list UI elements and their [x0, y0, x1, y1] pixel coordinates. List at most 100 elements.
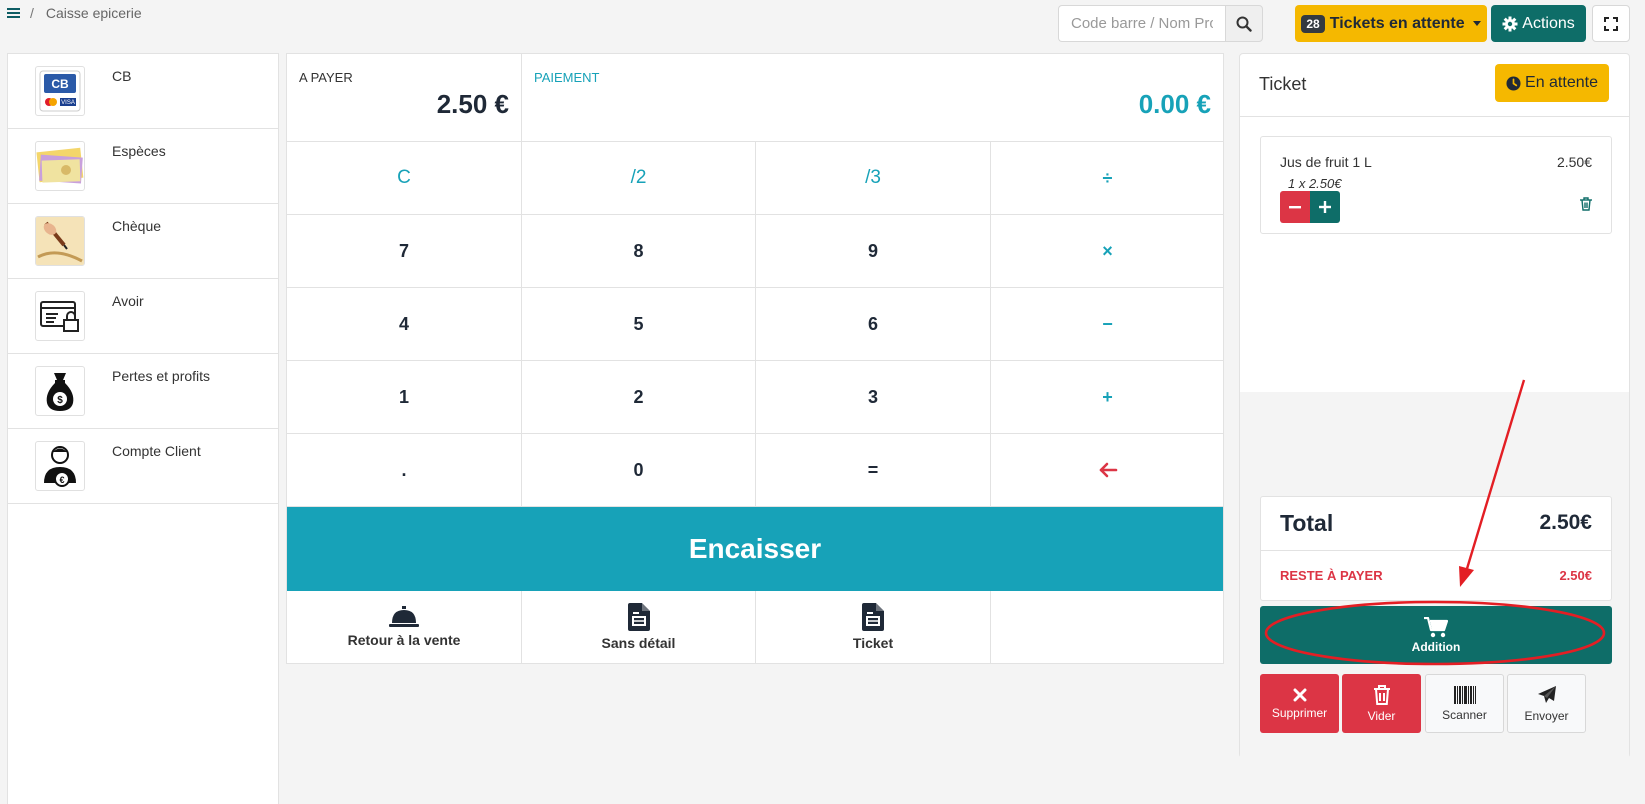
shopping-cart-icon	[1424, 616, 1448, 637]
line-quantity-detail: 1 x 2.50€	[1288, 176, 1342, 191]
payment-method-cheque[interactable]: Chèque	[8, 204, 278, 279]
close-icon	[1293, 688, 1306, 701]
scanner-button[interactable]: Scanner	[1425, 674, 1504, 733]
key-2[interactable]: 2	[522, 361, 756, 434]
svg-text:€: €	[59, 475, 64, 485]
key-equals[interactable]: =	[756, 434, 991, 507]
line-product-name: Jus de fruit 1 L	[1280, 154, 1372, 170]
empty-ticket-button[interactable]: Vider	[1342, 674, 1421, 733]
minus-icon	[1289, 206, 1301, 209]
no-detail-button[interactable]: Sans détail	[522, 591, 756, 663]
key-8[interactable]: 8	[522, 215, 756, 288]
paper-plane-icon	[1537, 685, 1556, 703]
key-9[interactable]: 9	[756, 215, 991, 288]
fullscreen-button[interactable]	[1592, 5, 1630, 42]
keypad: C /2 /3 ÷ 7 8 9 × 4 5 6 − 1 2 3 + . 0 =	[287, 142, 1224, 507]
search-icon	[1236, 16, 1252, 32]
amount-to-pay-value: 2.50 €	[436, 89, 509, 119]
delete-ticket-button[interactable]: Supprimer	[1260, 674, 1339, 733]
key-6[interactable]: 6	[756, 288, 991, 361]
back-to-sale-button[interactable]: Retour à la vente	[287, 591, 522, 663]
payment-method-cb[interactable]: CB VISA CB	[8, 54, 278, 129]
pending-tickets-button[interactable]: 28 Tickets en attente	[1295, 5, 1487, 42]
remove-line-button[interactable]	[1580, 197, 1592, 216]
scanner-label: Scanner	[1442, 707, 1487, 722]
search-input[interactable]	[1058, 5, 1225, 42]
pending-tickets-label: Tickets en attente	[1329, 14, 1465, 32]
chevron-down-icon	[1472, 21, 1481, 26]
search-bar	[1058, 5, 1263, 42]
decrease-quantity-button[interactable]	[1280, 191, 1310, 223]
payment-method-label: Espèces	[112, 143, 166, 159]
plus-icon	[1319, 201, 1331, 213]
key-7[interactable]: 7	[287, 215, 522, 288]
payment-method-label: CB	[112, 68, 132, 84]
key-minus[interactable]: −	[991, 288, 1224, 361]
payment-method-compte-client[interactable]: € Compte Client	[8, 429, 278, 504]
ticket-lines: Jus de fruit 1 L 2.50€ 1 x 2.50€	[1240, 117, 1629, 392]
payment-method-label: Pertes et profits	[112, 368, 211, 384]
key-divide[interactable]: ÷	[991, 142, 1224, 215]
put-on-hold-button[interactable]: En attente	[1495, 64, 1609, 102]
encaisser-button[interactable]: Encaisser	[287, 507, 1223, 591]
payment-method-pertes-profits[interactable]: $ Pertes et profits	[8, 354, 278, 429]
payment-method-especes[interactable]: Espèces	[8, 129, 278, 204]
actions-button[interactable]: Actions	[1491, 5, 1586, 42]
trash-icon	[1580, 197, 1592, 211]
voucher-lock-icon	[35, 291, 85, 341]
increase-quantity-button[interactable]	[1310, 191, 1340, 223]
credit-card-cb-icon: CB VISA	[35, 66, 85, 116]
search-button[interactable]	[1225, 5, 1263, 42]
remaining-value: 2.50€	[1559, 568, 1592, 583]
key-0[interactable]: 0	[522, 434, 756, 507]
key-divide-by-2[interactable]: /2	[522, 142, 756, 215]
print-ticket-button[interactable]: Ticket	[756, 591, 991, 663]
key-plus[interactable]: +	[991, 361, 1224, 434]
key-divide-by-3[interactable]: /3	[756, 142, 991, 215]
ticket-header: Ticket En attente	[1240, 54, 1629, 117]
amount-paid-label: PAIEMENT	[534, 70, 600, 85]
customer-account-icon: €	[35, 441, 85, 491]
key-backspace[interactable]	[991, 434, 1224, 507]
amount-paid[interactable]: PAIEMENT 0.00 €	[522, 54, 1223, 141]
expand-icon	[1604, 16, 1618, 31]
menu-icon[interactable]	[7, 7, 20, 19]
amounts-display: A PAYER 2.50 € PAIEMENT 0.00 €	[287, 54, 1223, 142]
key-decimal[interactable]: .	[287, 434, 522, 507]
banknotes-icon	[35, 141, 85, 191]
trash-icon	[1373, 684, 1390, 705]
key-5[interactable]: 5	[522, 288, 756, 361]
clock-icon	[1506, 75, 1521, 91]
barcode-icon	[1453, 685, 1476, 704]
ticket-totals: Total 2.50€ RESTE À PAYER 2.50€	[1260, 496, 1612, 601]
key-1[interactable]: 1	[287, 361, 522, 434]
total-label: Total	[1280, 510, 1334, 536]
ticket-panel: Ticket En attente Jus de fruit 1 L 2.50€…	[1239, 53, 1630, 758]
addition-button[interactable]: Addition	[1260, 606, 1612, 664]
breadcrumb: / Caisse epicerie	[7, 5, 142, 21]
actions-label: Actions	[1522, 14, 1575, 32]
payment-methods-list: CB VISA CB Espèces Chèque Avoir $ Pertes …	[7, 53, 279, 804]
key-4[interactable]: 4	[287, 288, 522, 361]
payment-method-label: Chèque	[112, 218, 162, 234]
line-price: 2.50€	[1556, 154, 1592, 170]
print-ticket-label: Ticket	[852, 635, 894, 651]
empty-action-slot	[991, 591, 1224, 663]
empty-ticket-label: Vider	[1367, 708, 1396, 723]
amount-to-pay: A PAYER 2.50 €	[287, 54, 522, 141]
key-3[interactable]: 3	[756, 361, 991, 434]
payment-method-avoir[interactable]: Avoir	[8, 279, 278, 354]
send-button[interactable]: Envoyer	[1507, 674, 1586, 733]
document-icon	[862, 603, 884, 631]
total-value: 2.50€	[1539, 511, 1592, 534]
ticket-line[interactable]: Jus de fruit 1 L 2.50€ 1 x 2.50€	[1260, 136, 1612, 234]
svg-text:VISA: VISA	[61, 100, 75, 106]
svg-text:CB: CB	[51, 77, 69, 91]
document-icon	[627, 603, 650, 631]
put-on-hold-label: En attente	[1525, 74, 1598, 91]
remaining-row: RESTE À PAYER 2.50€	[1261, 551, 1611, 601]
payment-method-label: Compte Client	[112, 443, 201, 459]
key-multiply[interactable]: ×	[991, 215, 1224, 288]
key-clear[interactable]: C	[287, 142, 522, 215]
back-to-sale-label: Retour à la vente	[347, 632, 461, 648]
